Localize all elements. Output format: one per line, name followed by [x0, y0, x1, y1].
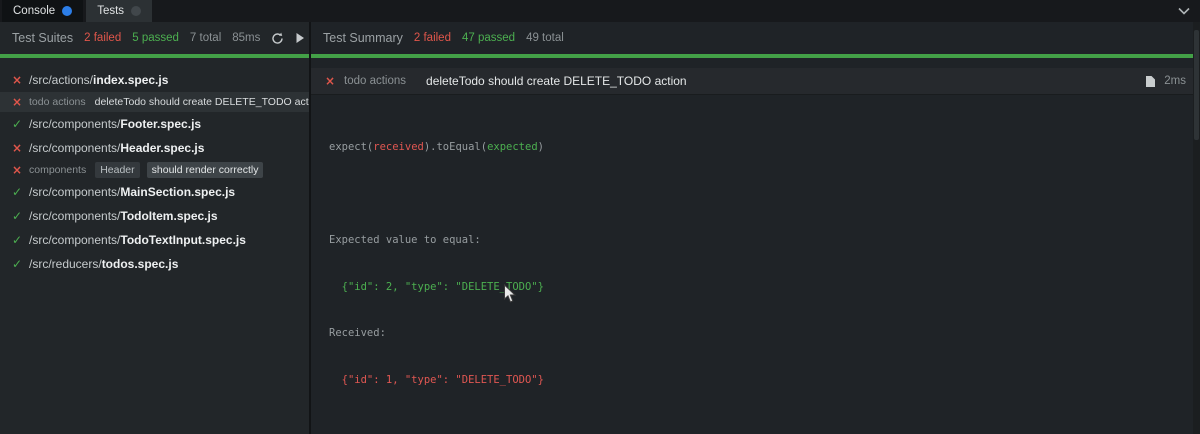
- suites-passed-count: 5 passed: [132, 32, 179, 44]
- suite-file: MainSection.spec.js: [120, 185, 236, 199]
- fail-icon: ×: [12, 95, 23, 109]
- devtools-tab-bar: Console Tests: [0, 0, 1200, 22]
- rerun-tests-icon[interactable]: [271, 32, 284, 45]
- tab-console-label: Console: [13, 5, 56, 17]
- suite-path: /src/components/: [29, 209, 121, 223]
- suite-row-header-spec[interactable]: × /src/components/Header.spec.js: [0, 136, 309, 160]
- fail-icon: ×: [12, 163, 23, 177]
- selected-test-duration: 2ms: [1164, 75, 1186, 87]
- suite-row-mainsection-spec[interactable]: ✓ /src/components/MainSection.spec.js: [0, 180, 309, 204]
- suite-path: /src/components/: [29, 233, 121, 247]
- error-line: {"id": 2, "type": "DELETE_TODO"}: [329, 280, 544, 293]
- tab-tests[interactable]: Tests: [86, 0, 153, 22]
- test-suites-title: Test Suites: [12, 31, 74, 45]
- suite-path: /src/components/: [29, 117, 121, 131]
- describe-block-chip: Header: [95, 162, 140, 178]
- test-summary-header: Test Summary 2 failed 47 passed 49 total: [311, 22, 1200, 54]
- test-summary-title: Test Summary: [323, 31, 403, 45]
- assert-line: expect(received).toEqual(expected): [329, 141, 544, 153]
- test-suites-panel: Test Suites 2 failed 5 passed 7 total 85…: [0, 22, 311, 434]
- suite-path: /src/actions/: [29, 73, 94, 87]
- pass-icon: ✓: [12, 185, 23, 199]
- selected-test-name: deleteTodo should create DELETE_TODO act…: [426, 74, 687, 88]
- suites-total-count: 7 total: [189, 32, 222, 44]
- test-summary-panel: Test Summary 2 failed 47 passed 49 total…: [311, 22, 1200, 434]
- describe-block-label: todo actions: [29, 96, 86, 108]
- suite-file: todos.spec.js: [101, 257, 179, 271]
- fail-icon: ×: [325, 74, 336, 88]
- summary-total-count: 49 total: [526, 32, 564, 44]
- scrollbar-track[interactable]: [1193, 22, 1200, 434]
- tab-tests-label: Tests: [97, 5, 125, 17]
- suite-file: TodoTextInput.spec.js: [120, 233, 246, 247]
- suite-list: × /src/actions/index.spec.js × todo acti…: [0, 58, 309, 276]
- error-line: Expected value to equal:: [329, 234, 481, 246]
- test-row-deletetodo[interactable]: × todo actions deleteTodo should create …: [0, 92, 309, 112]
- pass-icon: ✓: [12, 233, 23, 247]
- summary-progress-bar: [311, 54, 1200, 58]
- test-row-should-render[interactable]: × components Header should render correc…: [0, 160, 309, 180]
- pass-icon: ✓: [12, 257, 23, 271]
- suite-row-index-spec[interactable]: × /src/actions/index.spec.js: [0, 68, 309, 92]
- selected-test-describe: todo actions: [344, 75, 407, 87]
- console-badge-icon: [62, 6, 73, 16]
- suites-duration: 85ms: [232, 32, 261, 44]
- suite-file: Footer.spec.js: [120, 117, 202, 131]
- suite-file: index.spec.js: [93, 73, 169, 87]
- suite-path: /src/components/: [29, 141, 121, 155]
- summary-passed-count: 47 passed: [461, 32, 516, 44]
- error-line: Received:: [329, 327, 386, 339]
- suite-row-todotextinput-spec[interactable]: ✓ /src/components/TodoTextInput.spec.js: [0, 228, 309, 252]
- suite-row-footer-spec[interactable]: ✓ /src/components/Footer.spec.js: [0, 112, 309, 136]
- test-name-chip: should render correctly: [146, 162, 264, 178]
- test-suites-header: Test Suites 2 failed 5 passed 7 total 85…: [0, 22, 309, 54]
- tab-console[interactable]: Console: [2, 0, 84, 22]
- describe-block-label: components: [29, 164, 87, 176]
- fail-icon: ×: [12, 141, 23, 155]
- chevron-down-icon[interactable]: [1178, 7, 1190, 15]
- tests-devtool-panel: Console Tests Test Suites 2 failed 5 pas…: [0, 0, 1200, 434]
- suites-failed-count: 2 failed: [84, 32, 122, 44]
- suite-file: TodoItem.spec.js: [120, 209, 218, 223]
- suite-row-todoitem-spec[interactable]: ✓ /src/components/TodoItem.spec.js: [0, 204, 309, 228]
- suite-file: Header.spec.js: [120, 141, 205, 155]
- suite-row-todos-spec[interactable]: ✓ /src/reducers/todos.spec.js: [0, 252, 309, 276]
- suite-path: /src/components/: [29, 185, 121, 199]
- test-error-output: expect(received).toEqual(expected) Expec…: [311, 95, 1200, 434]
- pass-icon: ✓: [12, 117, 23, 131]
- open-file-icon[interactable]: [1145, 75, 1156, 88]
- selected-test-bar[interactable]: × todo actions deleteTodo should create …: [311, 68, 1200, 95]
- fail-icon: ×: [12, 73, 23, 87]
- test-name-label: deleteTodo should create DELETE_TODO act…: [94, 96, 309, 108]
- error-line: {"id": 1, "type": "DELETE_TODO"}: [329, 373, 544, 386]
- play-tests-icon[interactable]: [295, 32, 305, 44]
- scrollbar-thumb[interactable]: [1194, 30, 1199, 140]
- pass-icon: ✓: [12, 209, 23, 223]
- suite-path: /src/reducers/: [29, 257, 102, 271]
- summary-failed-count: 2 failed: [413, 32, 451, 44]
- tests-badge-icon: [131, 6, 142, 16]
